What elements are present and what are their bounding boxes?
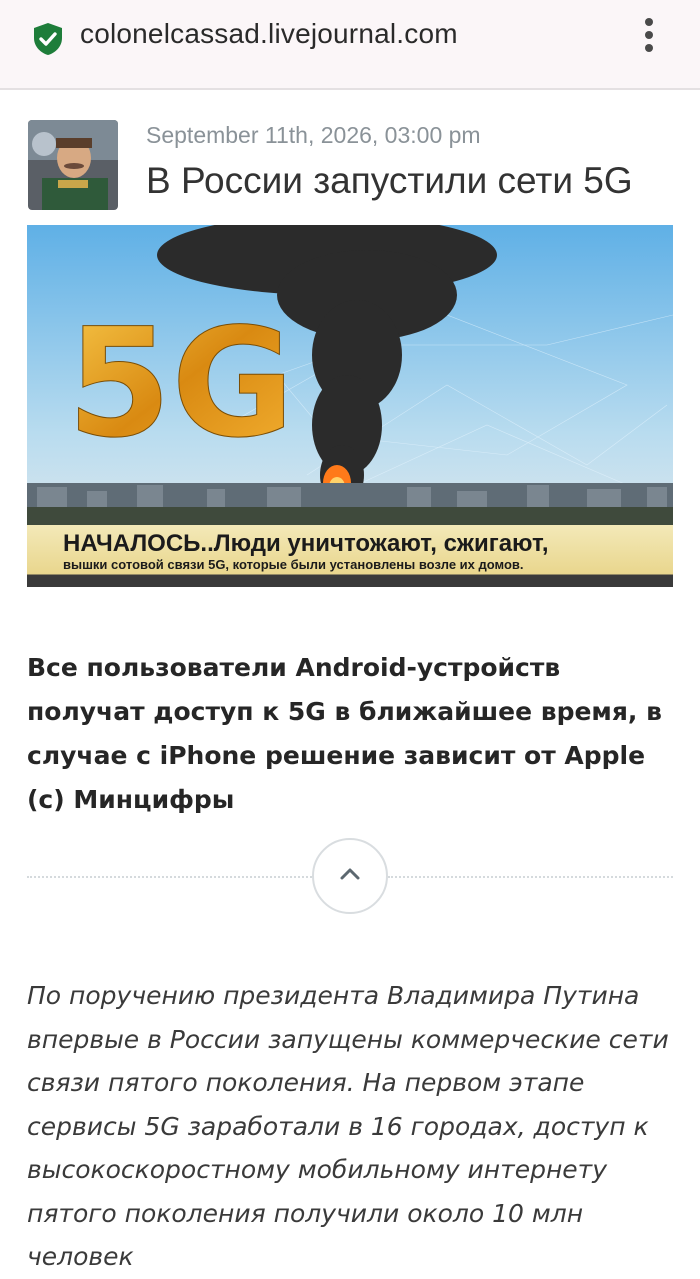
collapse-button[interactable] <box>312 838 388 914</box>
more-vert-icon[interactable] <box>640 18 658 58</box>
avatar[interactable] <box>28 120 118 210</box>
post-title[interactable]: В России запустили сети 5G <box>146 160 633 202</box>
post-date: September 11th, 2026, 03:00 pm <box>146 122 481 148</box>
image-caption-line2: вышки сотовой связи 5G, которые были уст… <box>63 557 524 572</box>
chevron-up-icon <box>340 868 360 880</box>
post-lead: Все пользователи Android-устройств получ… <box>27 653 662 814</box>
image-caption-line1: НАЧАЛОСЬ..Люди уничтожают, сжигают, <box>63 530 549 557</box>
post-body: По поручению президента Владимира Путина… <box>27 981 669 1271</box>
shield-check-icon[interactable] <box>32 22 64 56</box>
divider <box>388 876 673 878</box>
divider <box>27 876 312 878</box>
post-image[interactable]: 5G НАЧАЛОСЬ..Люди уничтожают, сжигают, в… <box>27 225 673 587</box>
browser-url-bar[interactable]: colonelcassad.livejournal.com <box>0 0 700 90</box>
url-text[interactable]: colonelcassad.livejournal.com <box>80 18 458 50</box>
hero-5g-logo: 5G <box>67 297 295 471</box>
